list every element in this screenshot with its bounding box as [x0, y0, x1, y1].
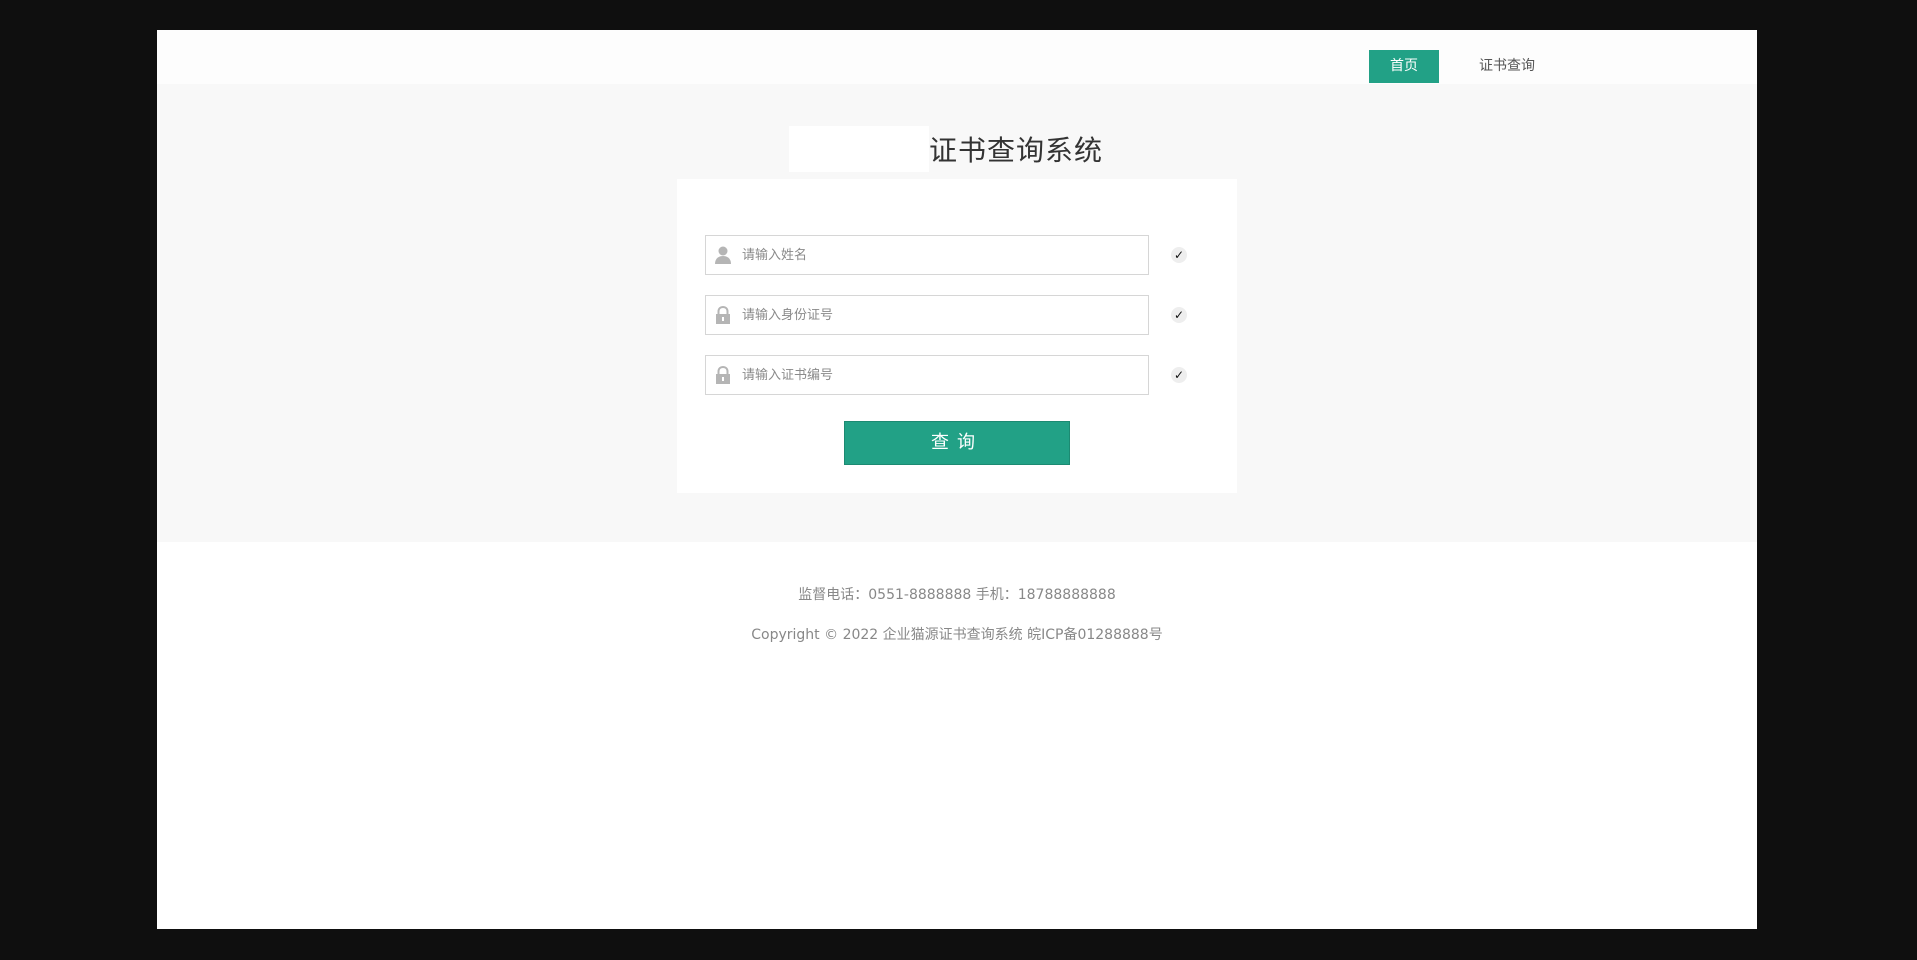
footer-contact: 监督电话：0551-8888888 手机：18788888888: [798, 587, 1116, 603]
nav-home[interactable]: 首页: [1369, 50, 1439, 83]
title-block: 证书查询系统: [789, 126, 1103, 172]
page: 首页 证书查询 证书查询系统 ✓: [157, 30, 1757, 929]
user-icon: [713, 245, 733, 265]
name-check-icon: ✓: [1171, 247, 1187, 263]
header: 首页 证书查询: [157, 30, 1757, 84]
id-number-field: [705, 295, 1149, 335]
id-check-icon: ✓: [1171, 307, 1187, 323]
main-area: 证书查询系统 ✓: [157, 84, 1757, 542]
certificate-number-input[interactable]: [742, 356, 1142, 394]
name-field: [705, 235, 1149, 275]
query-button[interactable]: 查询: [844, 421, 1070, 465]
name-input[interactable]: [742, 236, 1142, 274]
certificate-number-field: [705, 355, 1149, 395]
logo-placeholder: [789, 126, 929, 172]
footer-copyright: Copyright © 2022 企业猫源证书查询系统 皖ICP备0128888…: [751, 627, 1163, 643]
lock-icon: [713, 365, 733, 385]
query-form: ✓ ✓: [677, 179, 1237, 493]
lock-icon: [713, 305, 733, 325]
nav-certificate-query[interactable]: 证书查询: [1457, 50, 1557, 83]
id-number-input[interactable]: [742, 296, 1142, 334]
certificate-check-icon: ✓: [1171, 367, 1187, 383]
page-title: 证书查询系统: [929, 134, 1104, 167]
